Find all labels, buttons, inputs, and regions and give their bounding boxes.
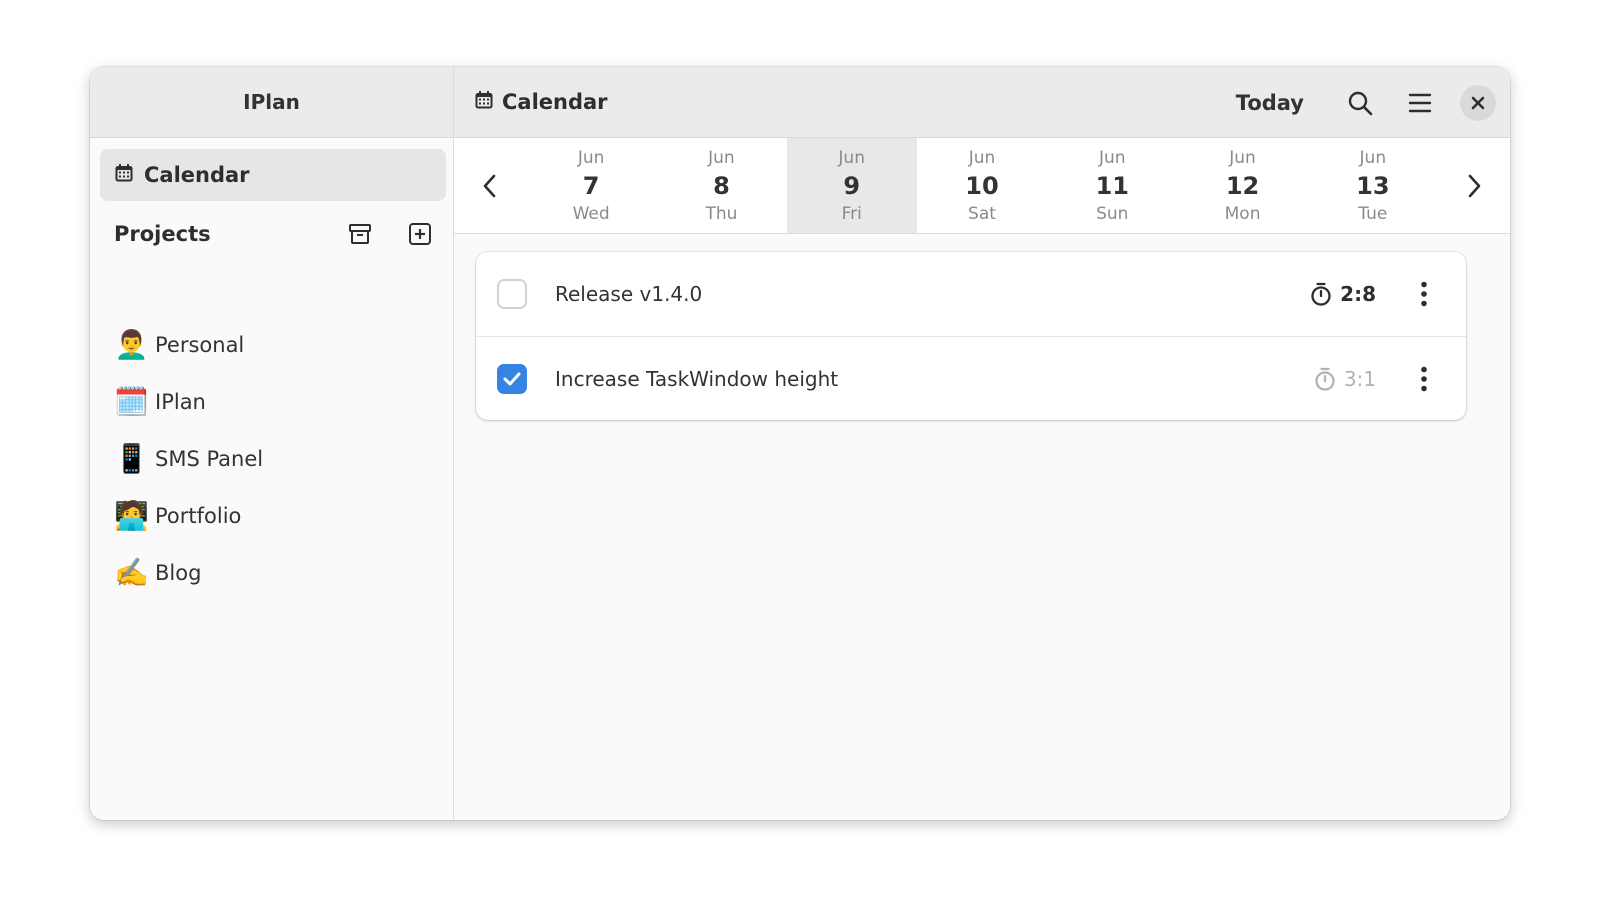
task-timer[interactable]: 2:8 (1310, 282, 1376, 306)
project-name: Blog (155, 560, 202, 585)
next-week-button[interactable] (1438, 138, 1510, 233)
app-title: IPlan (243, 90, 300, 114)
checkmark-icon (503, 372, 521, 385)
day-cell[interactable]: Jun 11 Sun (1047, 138, 1177, 233)
project-emoji-icon: 📱 (114, 441, 149, 475)
previous-week-button[interactable] (454, 138, 526, 233)
task-menu-button[interactable] (1406, 274, 1442, 314)
task-name: Increase TaskWindow height (555, 366, 839, 391)
task-name: Release v1.4.0 (555, 282, 703, 306)
day-number: 7 (582, 171, 600, 200)
stopwatch-icon (1311, 282, 1331, 306)
project-emoji-icon: 👨‍🦱 (114, 327, 149, 361)
task-timer[interactable]: 3:1 (1314, 367, 1376, 391)
day-of-week: Wed (572, 203, 610, 224)
sidebar-item-label: Calendar (144, 163, 250, 187)
app-window: IPlan Calendar Projects (90, 67, 1510, 820)
page-title-text: Calendar (502, 90, 608, 114)
day-number: 13 (1356, 171, 1390, 200)
menu-button[interactable] (1400, 83, 1440, 123)
task-row[interactable]: Increase TaskWindow height 3:1 (476, 336, 1466, 420)
search-button[interactable] (1340, 83, 1380, 123)
main-header: Calendar Today (454, 67, 1510, 138)
project-item-portfolio[interactable]: 🧑‍💻 Portfolio (114, 487, 440, 544)
archive-icon (349, 224, 371, 244)
task-list: Release v1.4.0 2:8 Increase TaskWindow h… (476, 252, 1466, 420)
day-month: Jun (1229, 147, 1256, 168)
day-number: 10 (965, 171, 999, 200)
kebab-menu-icon (1421, 366, 1427, 391)
task-checkbox-checked[interactable] (497, 363, 527, 394)
archive-button[interactable] (340, 214, 380, 254)
project-name: Portfolio (155, 503, 242, 528)
project-item-personal[interactable]: 👨‍🦱 Personal (114, 316, 440, 373)
project-item-blog[interactable]: ✍️ Blog (114, 544, 440, 601)
project-emoji-icon: ✍️ (114, 555, 149, 589)
day-month: Jun (577, 147, 605, 168)
calendar-icon (474, 90, 494, 115)
day-cell[interactable]: Jun 13 Tue (1308, 138, 1438, 233)
day-cell-selected[interactable]: Jun 9 Fri (786, 138, 917, 233)
hamburger-menu-icon (1408, 93, 1432, 112)
page-title: Calendar (474, 90, 608, 115)
day-cell[interactable]: Jun 12 Mon (1177, 138, 1307, 233)
day-month: Jun (708, 147, 735, 168)
task-timer-value: 3:1 (1343, 366, 1376, 391)
today-button[interactable]: Today (1222, 83, 1318, 123)
project-item-sms-panel[interactable]: 📱 SMS Panel (114, 430, 440, 487)
close-icon (1471, 96, 1485, 109)
day-number: 12 (1225, 171, 1260, 200)
task-timer-value: 2:8 (1340, 282, 1376, 306)
projects-header: Projects (114, 208, 440, 260)
project-name: SMS Panel (155, 446, 264, 471)
project-emoji-icon: 🗓️ (114, 384, 149, 418)
day-month: Jun (1359, 147, 1387, 168)
main-panel: Calendar Today Jun 7 Wed Jun 8 Thu Jun 9… (454, 67, 1510, 820)
task-row[interactable]: Release v1.4.0 2:8 (476, 252, 1466, 336)
sidebar-header: IPlan (90, 67, 453, 138)
add-project-button[interactable] (400, 214, 440, 254)
day-month: Jun (968, 147, 996, 168)
day-month: Jun (838, 147, 865, 168)
day-cell[interactable]: Jun 7 Wed (526, 138, 656, 233)
date-strip: Jun 7 Wed Jun 8 Thu Jun 9 Fri Jun 10 Sat… (454, 138, 1510, 234)
close-button[interactable] (1460, 84, 1496, 121)
task-menu-button[interactable] (1406, 359, 1442, 399)
day-cell[interactable]: Jun 10 Sat (917, 138, 1047, 233)
chevron-left-icon (483, 174, 496, 197)
day-number: 9 (843, 171, 861, 200)
sidebar-item-calendar[interactable]: Calendar (100, 149, 446, 201)
task-checkbox[interactable] (497, 279, 527, 309)
project-name: Personal (155, 332, 245, 357)
day-list: Jun 7 Wed Jun 8 Thu Jun 9 Fri Jun 10 Sat… (526, 138, 1438, 233)
day-month: Jun (1098, 147, 1126, 168)
day-of-week: Mon (1224, 203, 1261, 224)
sidebar: IPlan Calendar Projects (90, 67, 454, 820)
day-of-week: Sat (968, 203, 996, 224)
projects-title: Projects (114, 222, 211, 246)
stopwatch-icon (1315, 367, 1335, 391)
header-actions: Today (1222, 67, 1496, 138)
project-list: 👨‍🦱 Personal 🗓️ IPlan 📱 SMS Panel 🧑‍💻 Po… (114, 328, 440, 601)
project-item-iplan[interactable]: 🗓️ IPlan (114, 373, 440, 430)
kebab-menu-icon (1421, 281, 1427, 307)
chevron-right-icon (1468, 174, 1481, 197)
day-of-week: Sun (1096, 203, 1129, 224)
calendar-icon (114, 163, 134, 188)
search-icon (1348, 91, 1373, 115)
day-cell[interactable]: Jun 8 Thu (656, 138, 786, 233)
day-of-week: Tue (1358, 203, 1388, 224)
day-of-week: Fri (841, 203, 862, 224)
project-emoji-icon: 🧑‍💻 (114, 498, 149, 532)
project-name: IPlan (155, 389, 206, 414)
add-icon (409, 223, 431, 245)
day-number: 11 (1095, 171, 1129, 200)
day-of-week: Thu (705, 203, 738, 224)
day-number: 8 (713, 171, 730, 200)
